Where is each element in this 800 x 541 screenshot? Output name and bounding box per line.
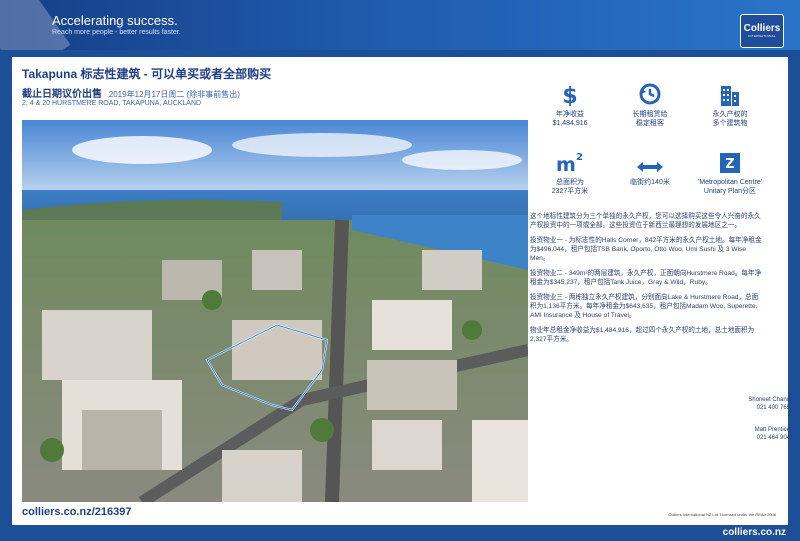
zone-icon: Z (690, 146, 770, 174)
contact-phone[interactable]: 021 464 904 (748, 434, 790, 442)
feature-zone: Z 'Metropolitan Centre' Unitary Plan分区 (690, 146, 770, 196)
contact-card: Matt Prentice 021 464 904 (748, 426, 790, 442)
aerial-photo-graphic (22, 120, 528, 502)
svg-text:m: m (556, 154, 576, 174)
feature-tenants-line1: 长期租赁给 (632, 111, 668, 118)
svg-text:Z: Z (725, 157, 734, 172)
description-para: 投资物业一 - 为标志性的Halls Corner，842平方米的永久产权土地。… (530, 237, 762, 262)
aerial-photo (22, 120, 528, 502)
subtagline: Reach more people - better results faste… (52, 29, 181, 36)
description-para: 这个地标性建筑分为三个单独的永久产权，您可以选择购买这些令人兴奋的永久产权投资中… (530, 213, 761, 229)
colliers-logo[interactable]: Colliers INTERNATIONAL (740, 14, 784, 48)
logo-subtext: INTERNATIONAL (748, 34, 776, 38)
feature-frontage: 临街约140米 (610, 146, 690, 187)
area-icon: m2 (530, 146, 610, 174)
description: 这个地标性建筑分为三个单独的永久产权，您可以选择购买这些令人兴奋的永久产权投资中… (530, 212, 764, 350)
listing-url[interactable]: colliers.co.nz/216397 (22, 506, 131, 518)
licence-text: Colliers International NZ Ltd. Licensed … (668, 512, 776, 517)
deadline: 截止日期议价出售 2019年12月17日周二 (除非事前售出) (22, 85, 240, 100)
feature-area: m2 总面积为 2327平方米 (530, 146, 610, 196)
header-banner: Accelerating success. Reach more people … (0, 0, 800, 50)
contact-card: Shoneet Chand 021 400 765 (748, 396, 790, 412)
feature-buildings-line1: 永久产权的 (712, 111, 748, 118)
description-para: 投资物业三 - 两栋独立永久产权建筑，分别面向Lake & Hurstmere … (530, 294, 759, 319)
contact-phone[interactable]: 021 400 765 (748, 404, 790, 412)
feature-buildings: 永久产权的 多个建筑物 (690, 78, 770, 128)
building-icon (690, 78, 770, 106)
feature-area-line1: 总面积为 (556, 179, 584, 186)
contacts: Shoneet Chand 021 400 765 Matt Prentice … (748, 396, 790, 456)
feature-zone-line1: 'Metropolitan Centre' (697, 179, 763, 186)
svg-text:$: $ (563, 84, 577, 106)
feature-income-line1: 年净收益 (556, 111, 584, 118)
feature-tenants: 长期租赁给 稳定租客 (610, 78, 690, 128)
feature-area-line2: 2327平方米 (551, 188, 589, 195)
logo-text: Colliers (743, 23, 781, 34)
deadline-label: 截止日期议价出售 (22, 89, 102, 100)
description-para: 物业年总租金净收益为$1,484,916，超过四个永久产权的土地，总土地面积为2… (530, 327, 755, 343)
feature-zone-line2: Unitary Plan分区 (703, 188, 757, 195)
feature-income-line2: $1,484,916 (552, 120, 588, 127)
contact-name: Matt Prentice (754, 427, 790, 433)
contact-name: Shoneet Chand (748, 397, 790, 403)
dollar-icon: $ (530, 78, 610, 106)
listing-title: Takapuna 标志性建筑 - 可以单买或者全部购买 (22, 67, 272, 81)
feature-frontage-line1: 临街约140米 (630, 179, 670, 186)
footer-url[interactable]: colliers.co.nz (723, 527, 786, 538)
feature-income: $ 年净收益 $1,484,916 (530, 78, 610, 128)
svg-text:2: 2 (576, 152, 583, 163)
deadline-date: 2019年12月17日周二 (除非事前售出) (108, 90, 240, 99)
frontage-icon (610, 146, 690, 174)
description-para: 投资物业二 - 349m²的两层建筑，永久产权，正面朝向Hurstmere Ro… (530, 270, 762, 286)
feature-buildings-line2: 多个建筑物 (712, 120, 748, 127)
tagline: Accelerating success. (52, 13, 178, 28)
clock-icon (610, 78, 690, 106)
property-address: 2, 4 & 20 HURSTMERE ROAD, TAKAPUNA, AUCK… (22, 100, 202, 107)
feature-tenants-line2: 稳定租客 (636, 120, 664, 127)
